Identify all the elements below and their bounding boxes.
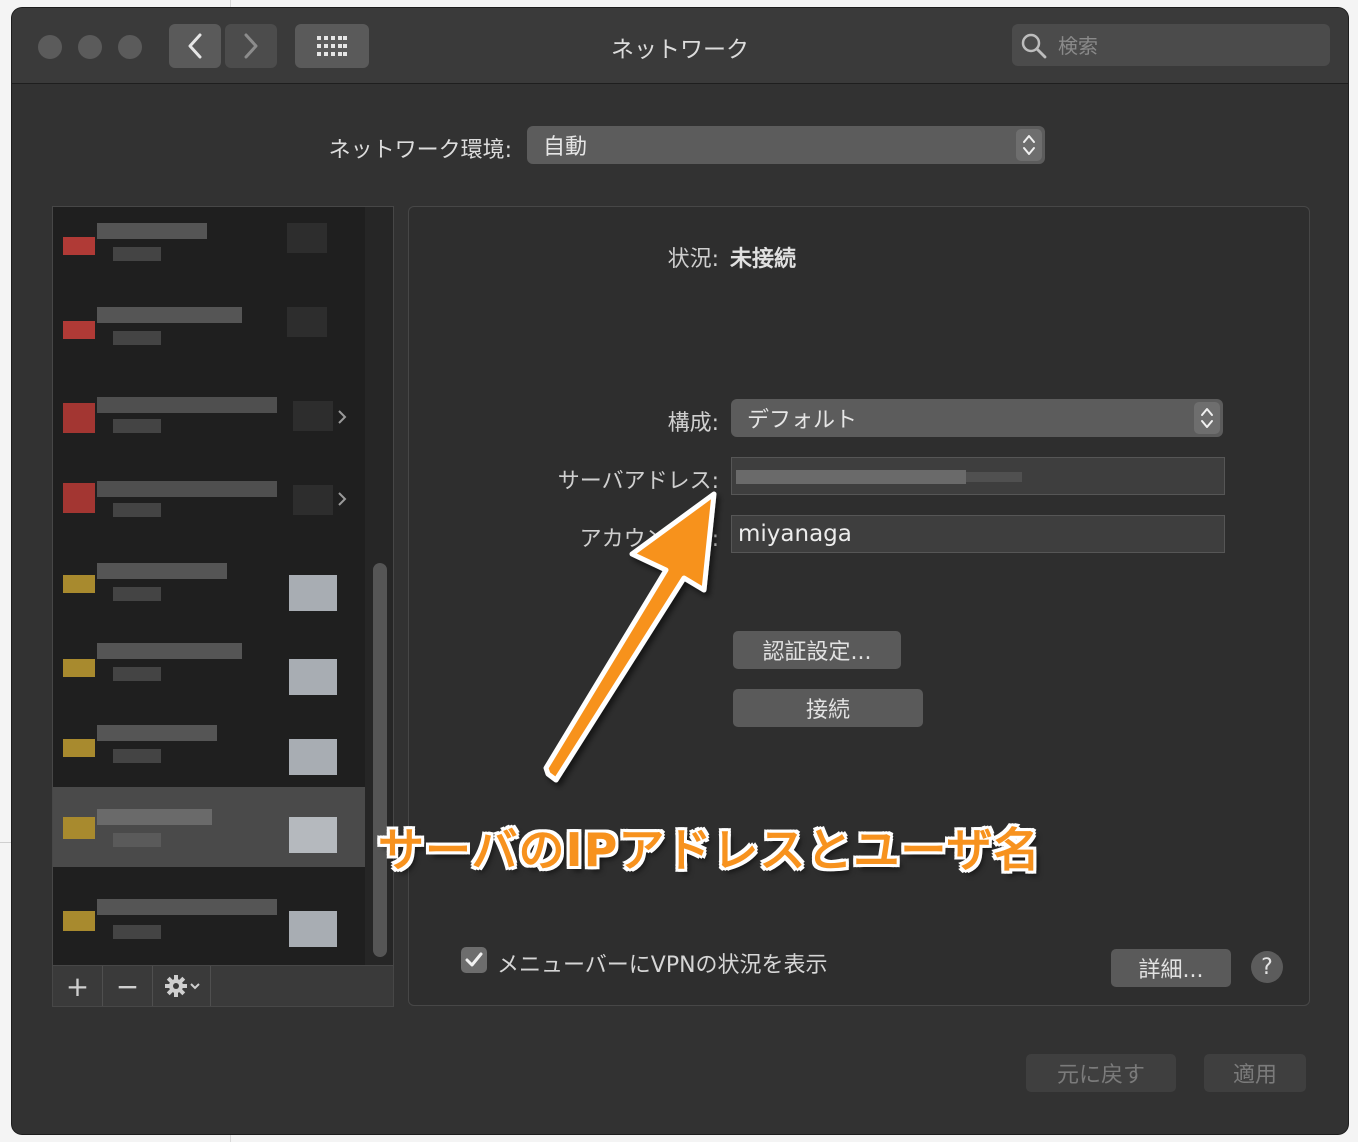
configuration-value: デフォルト	[747, 408, 858, 433]
account-name-label: アカウント名:	[579, 527, 719, 552]
authentication-settings-button[interactable]: 認証設定...	[733, 631, 901, 669]
server-address-label: サーバアドレス:	[557, 469, 719, 494]
revert-button[interactable]: 元に戻す	[1026, 1054, 1176, 1092]
search-field[interactable]	[1012, 24, 1330, 66]
list-item-selected[interactable]	[53, 787, 365, 867]
search-input[interactable]	[1056, 30, 1320, 62]
location-label: ネットワーク環境:	[328, 138, 512, 163]
action-menu-button[interactable]	[153, 966, 211, 1006]
service-list	[52, 206, 394, 968]
chevron-right-icon	[338, 492, 347, 506]
server-address-field[interactable]	[731, 457, 1225, 495]
list-item[interactable]	[53, 207, 365, 287]
scrollbar[interactable]	[365, 207, 393, 967]
updown-chevron-icon	[1016, 129, 1042, 161]
titlebar: ネットワーク	[12, 8, 1348, 84]
checkmark-icon	[465, 952, 483, 967]
location-value: 自動	[543, 135, 588, 160]
help-button[interactable]: ?	[1251, 951, 1283, 983]
chevron-down-icon	[189, 983, 200, 990]
account-name-field[interactable]: miyanaga	[731, 515, 1225, 553]
advanced-button[interactable]: 詳細...	[1111, 949, 1231, 987]
search-icon	[1021, 33, 1047, 59]
show-vpn-status-checkbox[interactable]	[461, 947, 487, 973]
list-item[interactable]	[53, 541, 365, 621]
remove-service-button[interactable]: −	[103, 966, 153, 1006]
list-item[interactable]	[53, 371, 365, 451]
background-divider-h	[0, 842, 12, 843]
location-popup[interactable]: 自動	[527, 126, 1045, 164]
configuration-label: 構成:	[667, 411, 719, 436]
scrollbar-thumb[interactable]	[373, 563, 387, 957]
list-item[interactable]	[53, 623, 365, 703]
chevron-right-icon	[338, 410, 347, 424]
redacted-mosaic	[966, 472, 1022, 482]
connect-button[interactable]: 接続	[733, 689, 923, 727]
list-item[interactable]	[53, 289, 365, 369]
list-item[interactable]	[53, 455, 365, 535]
status-label: 状況:	[667, 247, 719, 272]
list-item[interactable]	[53, 883, 365, 963]
service-list-items	[53, 207, 365, 967]
updown-chevron-icon	[1194, 402, 1220, 434]
list-item[interactable]	[53, 705, 365, 785]
network-preferences-window: ネットワーク ネットワーク環境: 自動	[12, 8, 1348, 1134]
service-toolbar: + −	[52, 965, 394, 1007]
status-value: 未接続	[730, 247, 797, 272]
configuration-popup[interactable]: デフォルト	[731, 399, 1223, 437]
apply-button[interactable]: 適用	[1204, 1054, 1306, 1092]
add-service-button[interactable]: +	[53, 966, 103, 1006]
vpn-detail-panel: 状況: 未接続 構成: デフォルト サーバアドレス: アカウント名: miyan…	[408, 206, 1310, 1006]
redacted-mosaic	[736, 470, 966, 484]
gear-icon	[164, 975, 187, 997]
show-vpn-status-label: メニューバーにVPNの状況を表示	[497, 953, 828, 978]
